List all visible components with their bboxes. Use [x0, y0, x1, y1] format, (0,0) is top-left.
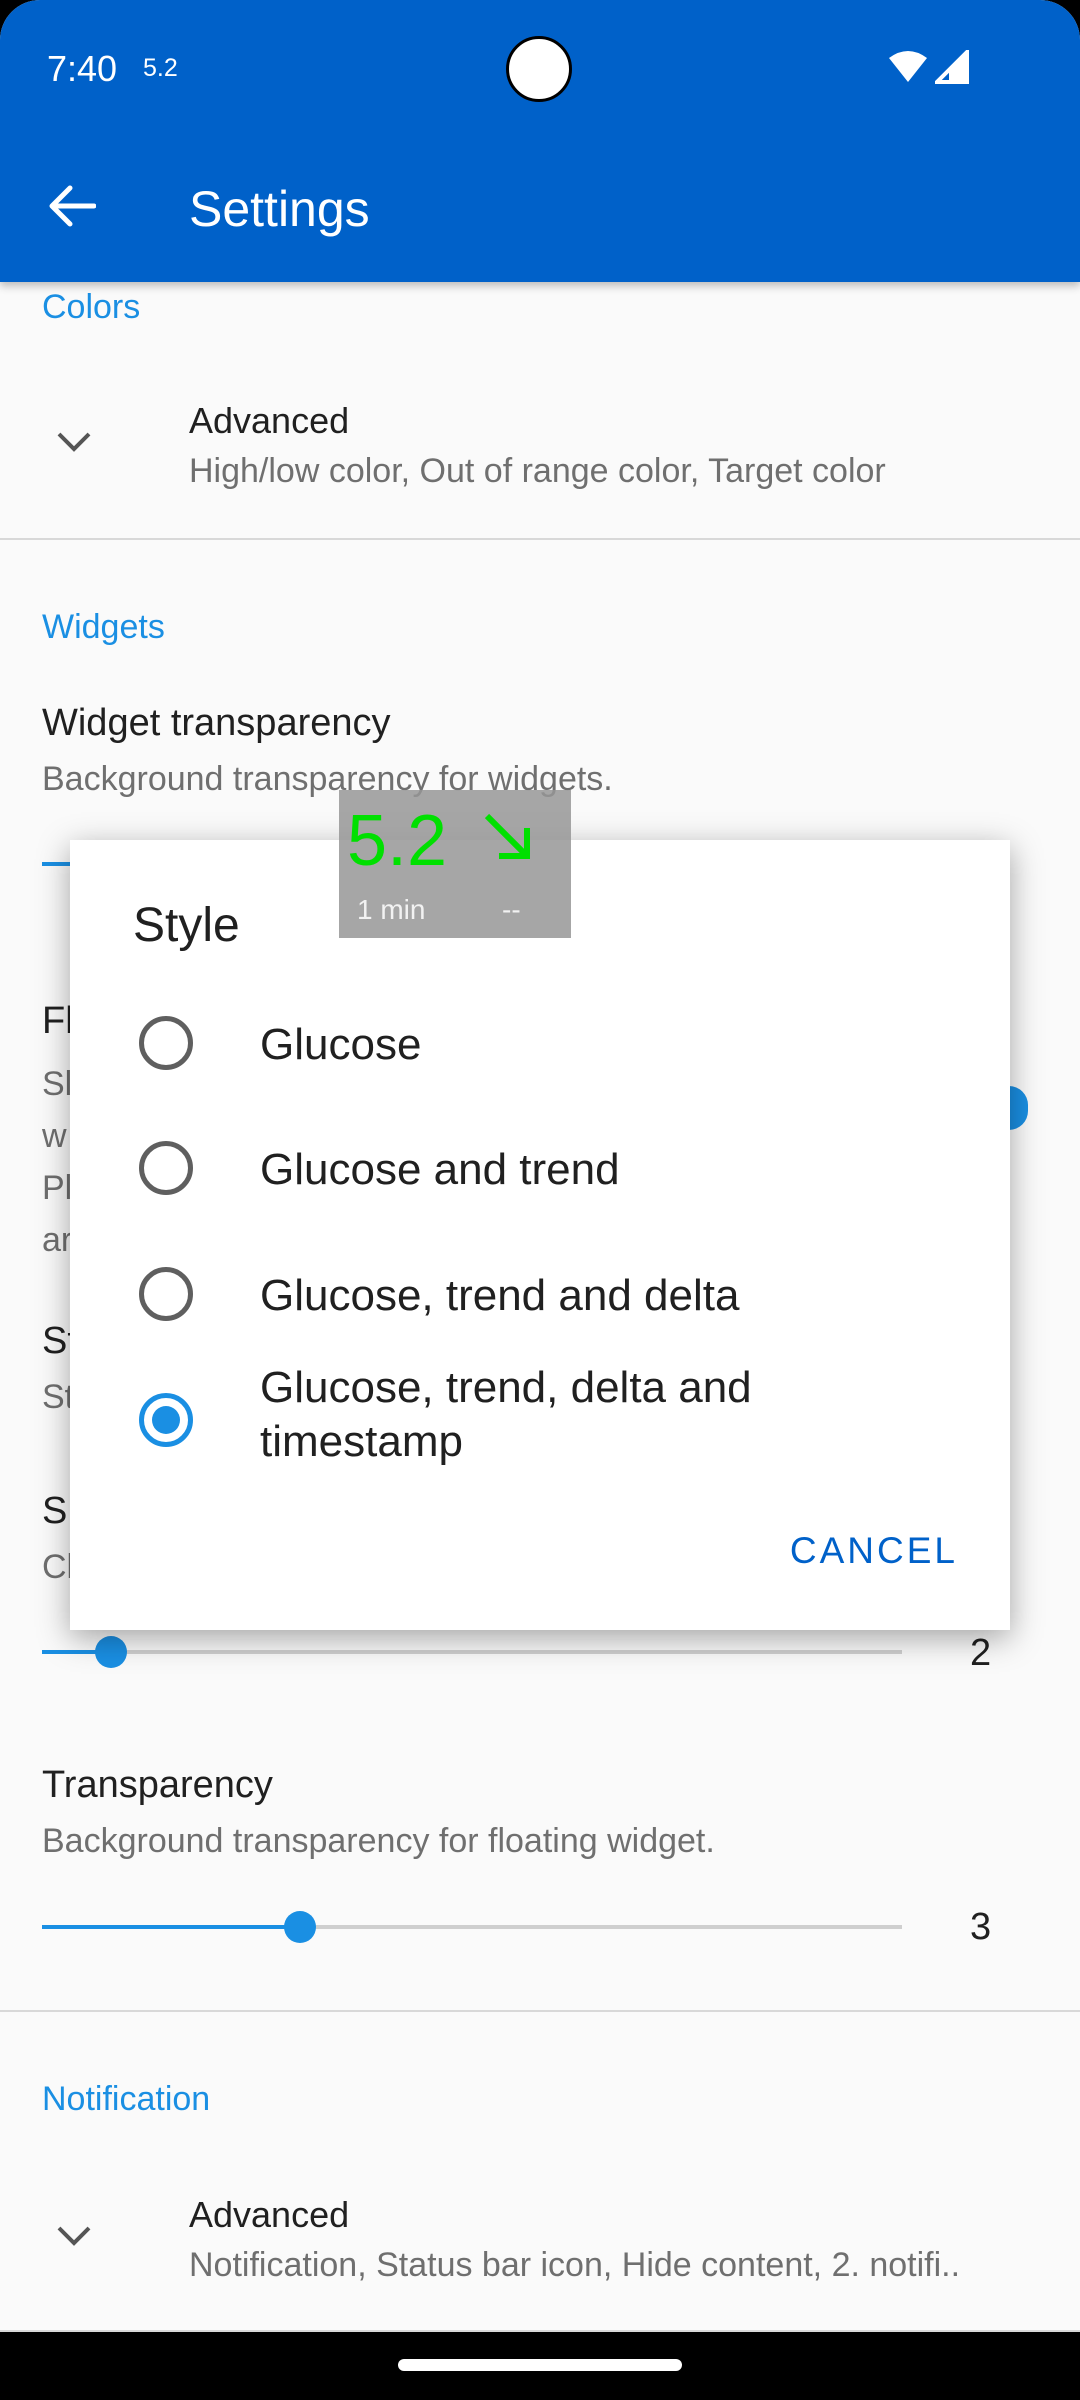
- style-option-glucose[interactable]: Glucose: [70, 988, 1010, 1098]
- trend-down-right-icon: [484, 813, 530, 859]
- style-dialog: Style Glucose Glucose and trend Glucose,…: [70, 840, 1010, 1630]
- style-option-glucose-trend-delta-timestamp[interactable]: Glucose, trend, delta and timestamp: [70, 1363, 1010, 1475]
- home-handle[interactable]: [398, 2359, 682, 2371]
- dialog-title: Style: [133, 899, 240, 952]
- navigation-bar: [0, 2332, 1080, 2400]
- option-label: Glucose: [260, 1020, 422, 1069]
- floating-widget-preview[interactable]: 5.2 1 min --: [339, 790, 571, 938]
- widget-delta: --: [502, 894, 521, 925]
- option-label: Glucose and trend: [260, 1145, 620, 1194]
- camera-cutout: [506, 36, 572, 102]
- app-bar: 7:40 5.2 Settings: [0, 0, 1080, 282]
- status-glucose: 5.2: [143, 54, 178, 82]
- widget-timestamp: 1 min: [357, 894, 426, 925]
- widget-glucose-value: 5.2: [347, 801, 448, 881]
- signal-icon: [935, 50, 969, 84]
- option-label: Glucose, trend, delta and timestamp: [260, 1363, 752, 1466]
- style-option-glucose-trend-delta[interactable]: Glucose, trend and delta: [70, 1239, 1010, 1349]
- option-label: Glucose, trend and delta: [260, 1271, 740, 1320]
- radio-button[interactable]: [139, 1141, 193, 1195]
- cancel-button[interactable]: CANCEL: [790, 1530, 958, 1572]
- style-option-glucose-trend[interactable]: Glucose and trend: [70, 1113, 1010, 1223]
- status-time: 7:40: [47, 48, 118, 89]
- radio-button-checked[interactable]: [139, 1393, 193, 1447]
- radio-button[interactable]: [139, 1267, 193, 1321]
- radio-button[interactable]: [139, 1016, 193, 1070]
- page-title: Settings: [189, 181, 370, 237]
- settings-screen: 7:40 5.2 Settings Colors Advanced High/l…: [0, 0, 1080, 2400]
- wifi-icon: [889, 51, 927, 82]
- back-arrow-icon[interactable]: [48, 184, 96, 228]
